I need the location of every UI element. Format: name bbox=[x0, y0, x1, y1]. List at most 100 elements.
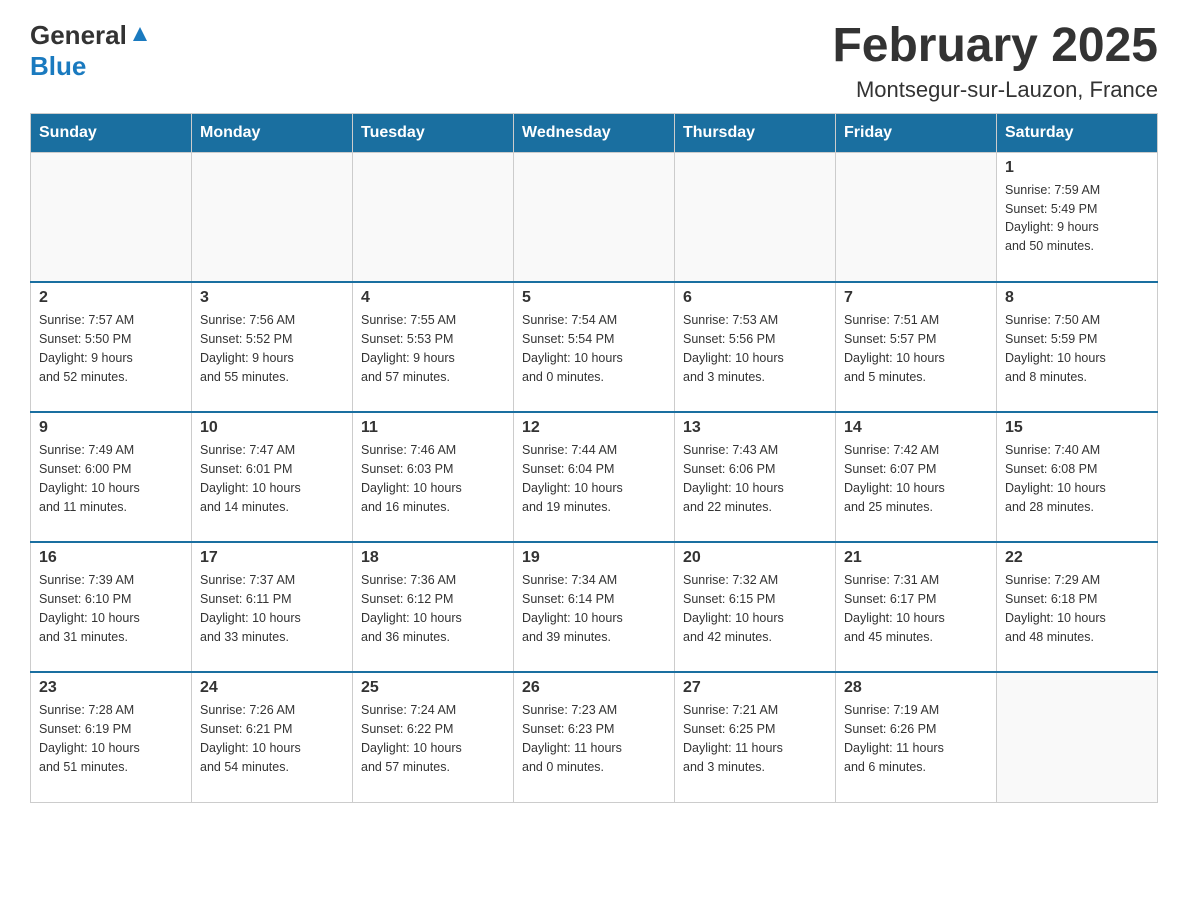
day-number: 27 bbox=[683, 679, 827, 697]
day-info: Sunrise: 7:54 AMSunset: 5:54 PMDaylight:… bbox=[522, 311, 666, 386]
day-info: Sunrise: 7:26 AMSunset: 6:21 PMDaylight:… bbox=[200, 701, 344, 776]
day-number: 15 bbox=[1005, 419, 1149, 437]
calendar-cell bbox=[353, 152, 514, 282]
calendar-cell: 19 Sunrise: 7:34 AMSunset: 6:14 PMDayligh… bbox=[514, 542, 675, 672]
calendar-cell: 22 Sunrise: 7:29 AMSunset: 6:18 PMDayligh… bbox=[997, 542, 1158, 672]
calendar-cell: 2 Sunrise: 7:57 AMSunset: 5:50 PMDaylight… bbox=[31, 282, 192, 412]
calendar-cell: 14Sunrise: 7:42 AMSunset: 6:07 PMDayligh… bbox=[836, 412, 997, 542]
page-header: General Blue February 2025 Montsegur-sur… bbox=[30, 20, 1158, 103]
logo-triangle-icon bbox=[129, 23, 151, 45]
month-title: February 2025 bbox=[832, 20, 1158, 73]
day-number: 4 bbox=[361, 289, 505, 307]
calendar-week-row: 16 Sunrise: 7:39 AMSunset: 6:10 PMDayligh… bbox=[31, 542, 1158, 672]
day-info: Sunrise: 7:46 AMSunset: 6:03 PMDaylight:… bbox=[361, 441, 505, 516]
weekday-header-tuesday: Tuesday bbox=[353, 113, 514, 152]
day-info: Sunrise: 7:28 AMSunset: 6:19 PMDaylight:… bbox=[39, 701, 183, 776]
calendar-cell: 3 Sunrise: 7:56 AMSunset: 5:52 PMDaylight… bbox=[192, 282, 353, 412]
day-number: 17 bbox=[200, 549, 344, 567]
day-info: Sunrise: 7:55 AMSunset: 5:53 PMDaylight:… bbox=[361, 311, 505, 386]
day-number: 20 bbox=[683, 549, 827, 567]
calendar-cell: 18Sunrise: 7:36 AMSunset: 6:12 PMDayligh… bbox=[353, 542, 514, 672]
day-info: Sunrise: 7:53 AMSunset: 5:56 PMDaylight:… bbox=[683, 311, 827, 386]
day-info: Sunrise: 7:21 AMSunset: 6:25 PMDaylight:… bbox=[683, 701, 827, 776]
day-number: 7 bbox=[844, 289, 988, 307]
day-number: 11 bbox=[361, 419, 505, 437]
calendar-cell: 1 Sunrise: 7:59 AMSunset: 5:49 PMDaylight… bbox=[997, 152, 1158, 282]
calendar-cell: 12 Sunrise: 7:44 AMSunset: 6:04 PMDayligh… bbox=[514, 412, 675, 542]
calendar-cell: 17 Sunrise: 7:37 AMSunset: 6:11 PMDayligh… bbox=[192, 542, 353, 672]
calendar-cell: 25Sunrise: 7:24 AMSunset: 6:22 PMDayligh… bbox=[353, 672, 514, 802]
calendar-cell bbox=[31, 152, 192, 282]
calendar-cell: 23Sunrise: 7:28 AMSunset: 6:19 PMDayligh… bbox=[31, 672, 192, 802]
day-number: 6 bbox=[683, 289, 827, 307]
calendar-cell: 15 Sunrise: 7:40 AMSunset: 6:08 PMDayligh… bbox=[997, 412, 1158, 542]
day-info: Sunrise: 7:34 AMSunset: 6:14 PMDaylight:… bbox=[522, 571, 666, 646]
day-number: 2 bbox=[39, 289, 183, 307]
calendar-header-row: SundayMondayTuesdayWednesdayThursdayFrid… bbox=[31, 113, 1158, 152]
calendar-cell bbox=[675, 152, 836, 282]
calendar-cell: 24Sunrise: 7:26 AMSunset: 6:21 PMDayligh… bbox=[192, 672, 353, 802]
calendar-cell: 16 Sunrise: 7:39 AMSunset: 6:10 PMDayligh… bbox=[31, 542, 192, 672]
day-info: Sunrise: 7:40 AMSunset: 6:08 PMDaylight:… bbox=[1005, 441, 1149, 516]
weekday-header-saturday: Saturday bbox=[997, 113, 1158, 152]
calendar-cell: 27 Sunrise: 7:21 AMSunset: 6:25 PMDayligh… bbox=[675, 672, 836, 802]
day-number: 8 bbox=[1005, 289, 1149, 307]
calendar-cell bbox=[997, 672, 1158, 802]
calendar-cell: 21 Sunrise: 7:31 AMSunset: 6:17 PMDayligh… bbox=[836, 542, 997, 672]
calendar-cell: 4 Sunrise: 7:55 AMSunset: 5:53 PMDaylight… bbox=[353, 282, 514, 412]
weekday-header-wednesday: Wednesday bbox=[514, 113, 675, 152]
weekday-header-thursday: Thursday bbox=[675, 113, 836, 152]
day-number: 5 bbox=[522, 289, 666, 307]
calendar-week-row: 23Sunrise: 7:28 AMSunset: 6:19 PMDayligh… bbox=[31, 672, 1158, 802]
calendar-cell bbox=[192, 152, 353, 282]
weekday-header-sunday: Sunday bbox=[31, 113, 192, 152]
calendar-table: SundayMondayTuesdayWednesdayThursdayFrid… bbox=[30, 113, 1158, 803]
day-info: Sunrise: 7:23 AMSunset: 6:23 PMDaylight:… bbox=[522, 701, 666, 776]
calendar-week-row: 9 Sunrise: 7:49 AMSunset: 6:00 PMDaylight… bbox=[31, 412, 1158, 542]
day-number: 3 bbox=[200, 289, 344, 307]
day-number: 10 bbox=[200, 419, 344, 437]
calendar-cell: 9 Sunrise: 7:49 AMSunset: 6:00 PMDaylight… bbox=[31, 412, 192, 542]
title-block: February 2025 Montsegur-sur-Lauzon, Fran… bbox=[832, 20, 1158, 103]
day-info: Sunrise: 7:59 AMSunset: 5:49 PMDaylight:… bbox=[1005, 181, 1149, 256]
day-number: 14 bbox=[844, 419, 988, 437]
day-info: Sunrise: 7:37 AMSunset: 6:11 PMDaylight:… bbox=[200, 571, 344, 646]
calendar-cell: 7 Sunrise: 7:51 AMSunset: 5:57 PMDaylight… bbox=[836, 282, 997, 412]
day-info: Sunrise: 7:57 AMSunset: 5:50 PMDaylight:… bbox=[39, 311, 183, 386]
logo: General Blue bbox=[30, 20, 151, 82]
logo-blue-text: Blue bbox=[30, 51, 86, 82]
weekday-header-monday: Monday bbox=[192, 113, 353, 152]
day-info: Sunrise: 7:31 AMSunset: 6:17 PMDaylight:… bbox=[844, 571, 988, 646]
day-info: Sunrise: 7:29 AMSunset: 6:18 PMDaylight:… bbox=[1005, 571, 1149, 646]
day-number: 1 bbox=[1005, 159, 1149, 177]
day-number: 9 bbox=[39, 419, 183, 437]
weekday-header-friday: Friday bbox=[836, 113, 997, 152]
calendar-cell: 20 Sunrise: 7:32 AMSunset: 6:15 PMDayligh… bbox=[675, 542, 836, 672]
day-info: Sunrise: 7:39 AMSunset: 6:10 PMDaylight:… bbox=[39, 571, 183, 646]
day-number: 22 bbox=[1005, 549, 1149, 567]
day-info: Sunrise: 7:50 AMSunset: 5:59 PMDaylight:… bbox=[1005, 311, 1149, 386]
calendar-week-row: 2 Sunrise: 7:57 AMSunset: 5:50 PMDaylight… bbox=[31, 282, 1158, 412]
day-number: 12 bbox=[522, 419, 666, 437]
day-info: Sunrise: 7:24 AMSunset: 6:22 PMDaylight:… bbox=[361, 701, 505, 776]
day-info: Sunrise: 7:32 AMSunset: 6:15 PMDaylight:… bbox=[683, 571, 827, 646]
logo-general-text: General bbox=[30, 20, 127, 51]
day-info: Sunrise: 7:56 AMSunset: 5:52 PMDaylight:… bbox=[200, 311, 344, 386]
day-info: Sunrise: 7:51 AMSunset: 5:57 PMDaylight:… bbox=[844, 311, 988, 386]
day-info: Sunrise: 7:44 AMSunset: 6:04 PMDaylight:… bbox=[522, 441, 666, 516]
day-number: 21 bbox=[844, 549, 988, 567]
day-info: Sunrise: 7:36 AMSunset: 6:12 PMDaylight:… bbox=[361, 571, 505, 646]
calendar-cell: 6 Sunrise: 7:53 AMSunset: 5:56 PMDaylight… bbox=[675, 282, 836, 412]
day-number: 19 bbox=[522, 549, 666, 567]
day-info: Sunrise: 7:47 AMSunset: 6:01 PMDaylight:… bbox=[200, 441, 344, 516]
day-number: 26 bbox=[522, 679, 666, 697]
day-info: Sunrise: 7:43 AMSunset: 6:06 PMDaylight:… bbox=[683, 441, 827, 516]
calendar-cell: 28Sunrise: 7:19 AMSunset: 6:26 PMDayligh… bbox=[836, 672, 997, 802]
calendar-cell: 26 Sunrise: 7:23 AMSunset: 6:23 PMDayligh… bbox=[514, 672, 675, 802]
day-number: 16 bbox=[39, 549, 183, 567]
day-number: 13 bbox=[683, 419, 827, 437]
calendar-week-row: 1 Sunrise: 7:59 AMSunset: 5:49 PMDaylight… bbox=[31, 152, 1158, 282]
calendar-cell: 10 Sunrise: 7:47 AMSunset: 6:01 PMDayligh… bbox=[192, 412, 353, 542]
calendar-cell bbox=[514, 152, 675, 282]
day-info: Sunrise: 7:49 AMSunset: 6:00 PMDaylight:… bbox=[39, 441, 183, 516]
